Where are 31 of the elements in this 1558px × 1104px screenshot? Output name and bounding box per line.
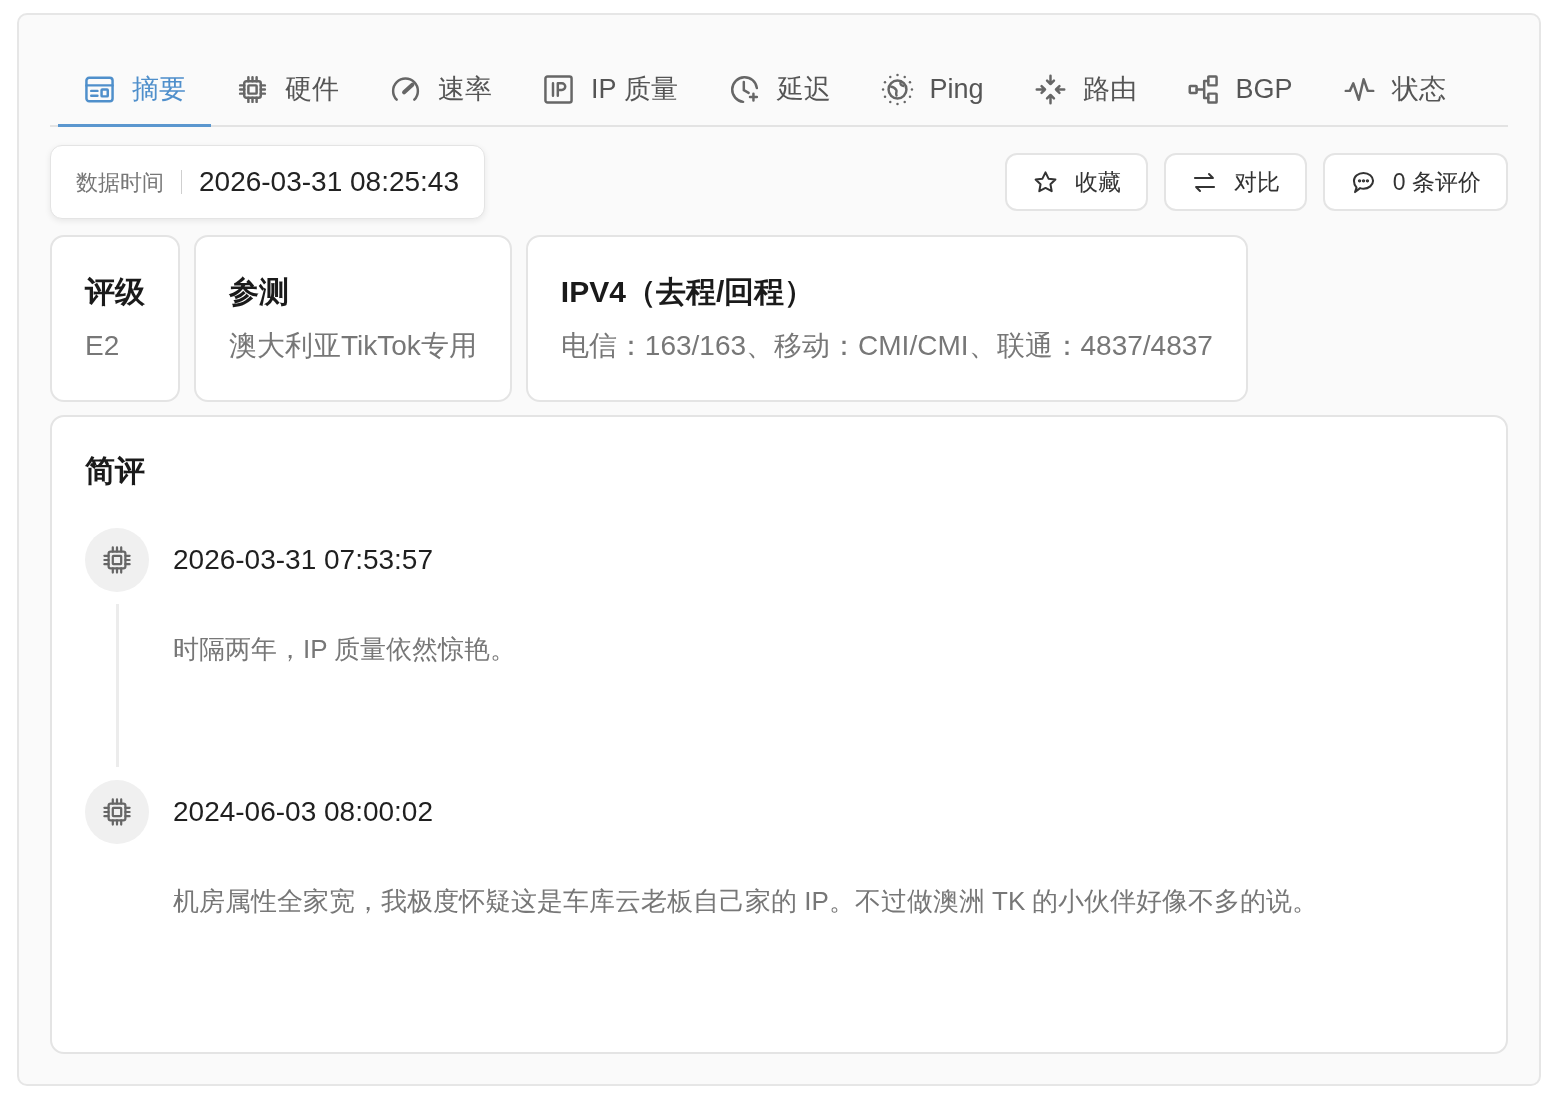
review-text: 机房属性全家宽，我极度怀疑这是车库云老板自己家的 IP。不过做澳洲 TK 的小伙伴好像不多的说。	[173, 885, 1319, 918]
tab[interactable]: 状态	[1317, 55, 1471, 127]
review-text: 时隔两年，IP 质量依然惊艳。	[173, 633, 517, 666]
data-time-value: 2026-03-31 08:25:43	[199, 165, 459, 199]
arrows-icon	[1033, 73, 1067, 106]
compare-button[interactable]: 对比	[1163, 153, 1307, 211]
entry-timestamp: 2026-03-31 07:53:57	[173, 543, 434, 577]
tab[interactable]: 路由	[1008, 55, 1162, 127]
chip-icon	[85, 528, 149, 592]
hierarchy-icon	[1186, 73, 1220, 106]
section-title: 简评	[85, 453, 146, 489]
card-value: 澳大利亚TikTok专用	[229, 329, 477, 363]
tab[interactable]: BGP	[1161, 55, 1318, 127]
card-value: 电信：163/163、移动：CMI/CMI、联通：4837/4837	[560, 329, 1213, 363]
chip-icon	[236, 73, 269, 106]
card-title: 参测	[229, 274, 290, 310]
tab[interactable]: 延迟	[702, 55, 856, 127]
card-value: E2	[85, 329, 121, 363]
favorite-button[interactable]: 收藏	[1004, 153, 1148, 211]
card-title: 评级	[85, 274, 145, 310]
tab[interactable]: IP 质量	[517, 55, 703, 127]
globe-icon	[880, 73, 914, 106]
chip-icon	[85, 780, 149, 844]
entry-timestamp: 2024-06-03 08:00:02	[173, 795, 434, 829]
tab[interactable]: Ping	[855, 55, 1009, 127]
reviews-button[interactable]: 0 条评价	[1322, 153, 1508, 211]
ip-tag-icon	[542, 73, 575, 106]
data-time-label: 数据时间	[76, 168, 164, 197]
tab[interactable]: 硬件	[211, 55, 364, 127]
card-title: IPV4（去程/回程）	[560, 274, 816, 310]
tab[interactable]: 速率	[364, 55, 517, 127]
